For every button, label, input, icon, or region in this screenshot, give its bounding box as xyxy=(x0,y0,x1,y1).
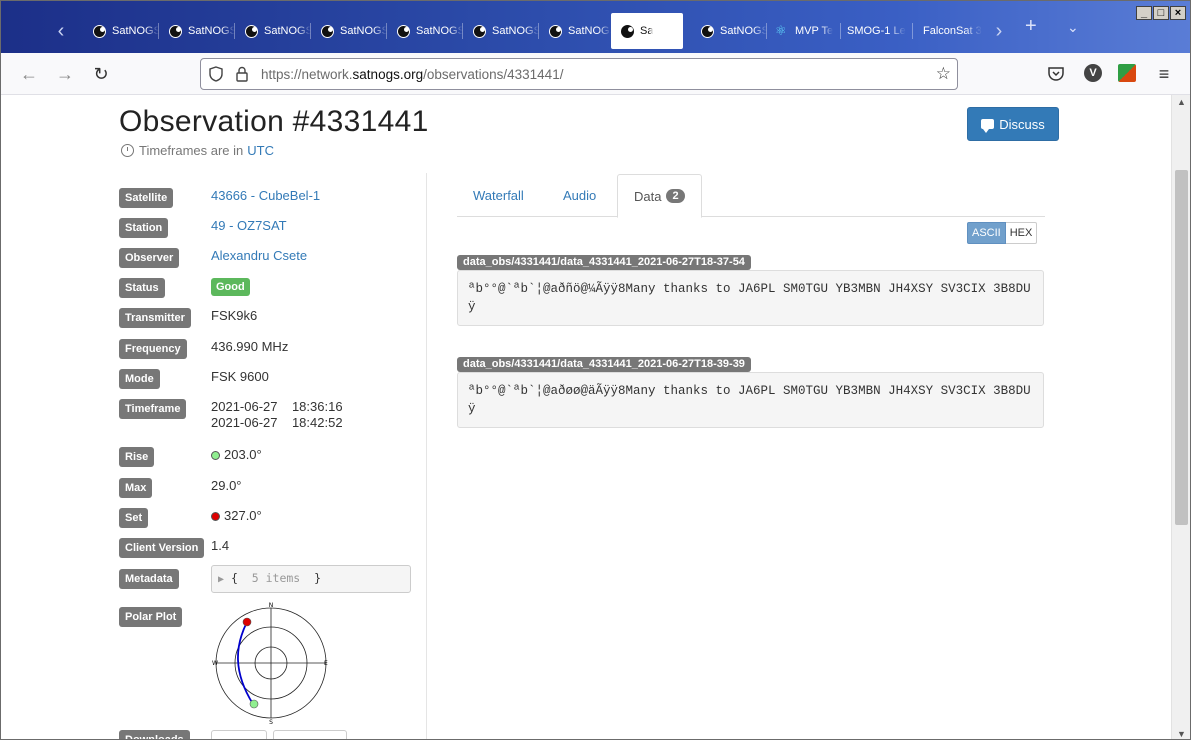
account-avatar[interactable]: V xyxy=(1084,64,1102,82)
browser-tab[interactable]: SatNOGS xyxy=(463,13,539,49)
detail-observer: Observer Alexandru Csete xyxy=(119,248,307,268)
pocket-icon[interactable] xyxy=(1046,64,1066,84)
detail-polar-plot: Polar Plot xyxy=(119,607,183,627)
page-title: Observation #4331441 xyxy=(119,105,429,138)
timezone-link[interactable]: UTC xyxy=(247,143,274,158)
detail-rise: Rise 203.0° xyxy=(119,447,262,467)
satnogs-favicon-icon xyxy=(701,24,714,38)
expand-triangle-icon[interactable]: ▶ xyxy=(218,574,224,585)
frame-content: ªb°°@`ªb`¦@aðñö@¼Ãÿÿ8Many thanks to JA6P… xyxy=(457,270,1044,326)
bookmark-star-icon[interactable]: ☆ xyxy=(936,64,951,84)
detail-metadata: Metadata ▶ { 5 items } xyxy=(119,565,411,593)
detail-status: Status Good xyxy=(119,278,250,298)
metadata-viewer[interactable]: ▶ { 5 items } xyxy=(211,565,411,593)
back-arrow-icon[interactable]: ← xyxy=(18,63,40,85)
browser-tab-active[interactable]: Sa xyxy=(611,13,683,49)
encoding-toggle: ASCII HEX xyxy=(967,222,1038,244)
satnogs-favicon-icon xyxy=(321,24,334,38)
station-link[interactable]: 49 - OZ7SAT xyxy=(211,218,287,233)
frame-filename: data_obs/4331441/data_4331441_2021-06-27… xyxy=(457,357,751,372)
vertical-scrollbar[interactable]: ▲ ▼ xyxy=(1171,95,1190,739)
maximize-icon[interactable]: □ xyxy=(1153,6,1169,20)
browser-tab[interactable]: SatNOGS xyxy=(691,13,767,49)
satellite-link[interactable]: 43666 - CubeBel-1 xyxy=(211,188,320,203)
browser-tab[interactable]: SatNOGS xyxy=(311,13,387,49)
tab-list-chevron-icon[interactable]: ⌄ xyxy=(1067,19,1079,36)
extension-icon[interactable] xyxy=(1118,64,1136,82)
download-button[interactable] xyxy=(211,730,267,739)
svg-text:N: N xyxy=(269,602,274,609)
navigation-bar: ← → ↻ https://network.satnogs.org/observ… xyxy=(1,53,1190,95)
lock-icon xyxy=(236,66,248,82)
rise-dot-icon xyxy=(211,451,220,460)
svg-text:E: E xyxy=(324,660,328,667)
browser-tab[interactable]: ⚛ MVP Te xyxy=(765,13,841,49)
data-count-badge: 2 xyxy=(666,189,685,203)
forward-arrow-icon[interactable]: → xyxy=(54,63,76,85)
timezone-note: Timeframes are in UTC xyxy=(121,143,274,158)
detail-client-version: Client Version 1.4 xyxy=(119,538,229,558)
satnogs-favicon-icon xyxy=(549,24,562,38)
discuss-button[interactable]: Discuss xyxy=(967,107,1059,141)
satnogs-favicon-icon xyxy=(621,24,634,38)
svg-text:W: W xyxy=(212,660,218,667)
frame-filename: data_obs/4331441/data_4331441_2021-06-27… xyxy=(457,255,751,270)
minimize-icon[interactable]: _ xyxy=(1136,6,1152,20)
tab-data[interactable]: Data 2 xyxy=(617,174,702,218)
page-content: Observation #4331441 Timeframes are in U… xyxy=(1,95,1173,739)
satnogs-favicon-icon xyxy=(93,24,106,38)
svg-text:S: S xyxy=(269,719,273,725)
ascii-button[interactable]: ASCII xyxy=(967,222,1006,244)
clock-icon xyxy=(121,144,134,157)
frame-content: ªb°°@`ªb`¦@aðøø@äÃÿÿ8Many thanks to JA6P… xyxy=(457,372,1044,428)
observer-link[interactable]: Alexandru Csete xyxy=(211,248,307,263)
scroll-down-icon[interactable]: ▼ xyxy=(1172,729,1190,739)
satnogs-favicon-icon xyxy=(169,24,182,38)
react-icon: ⚛ xyxy=(775,23,787,38)
browser-tab[interactable]: SatNOGS xyxy=(83,13,159,49)
satnogs-favicon-icon xyxy=(245,24,258,38)
scrollbar-thumb[interactable] xyxy=(1175,170,1188,525)
url-text[interactable]: https://network.satnogs.org/observations… xyxy=(261,67,563,82)
tab-scroll-left-icon[interactable]: ‹ xyxy=(49,19,73,43)
satnogs-favicon-icon xyxy=(473,24,486,38)
detail-max: Max 29.0° xyxy=(119,478,242,498)
browser-tab[interactable]: SatNOGS xyxy=(159,13,235,49)
detail-satellite: Satellite 43666 - CubeBel-1 xyxy=(119,188,320,208)
tab-audio[interactable]: Audio xyxy=(547,174,612,217)
satnogs-favicon-icon xyxy=(397,24,410,38)
detail-station: Station 49 - OZ7SAT xyxy=(119,218,287,238)
detail-mode: Mode FSK 9600 xyxy=(119,369,269,389)
tab-strip: ‹ SatNOGS SatNOGS SatNOGS SatNOGS SatNOG… xyxy=(1,1,1190,53)
comment-icon xyxy=(981,119,995,133)
polar-plot: N E S W xyxy=(212,602,328,725)
tab-scroll-right-icon[interactable]: › xyxy=(987,19,1011,43)
browser-tab[interactable]: SMOG-1 Le xyxy=(837,13,913,49)
browser-tab[interactable]: SatNOGS xyxy=(387,13,463,49)
column-divider xyxy=(426,173,427,739)
url-bar[interactable]: https://network.satnogs.org/observations… xyxy=(200,58,958,90)
reload-icon[interactable]: ↻ xyxy=(90,63,112,85)
browser-tab[interactable]: SatNOGS xyxy=(539,13,611,49)
detail-transmitter: Transmitter FSK9k6 xyxy=(119,308,257,328)
download-button[interactable] xyxy=(273,730,347,739)
detail-downloads: Downloads xyxy=(119,730,347,739)
detail-set: Set 327.0° xyxy=(119,508,262,528)
shield-icon xyxy=(209,66,223,82)
menu-hamburger-icon[interactable]: ≡ xyxy=(1154,64,1174,84)
close-icon[interactable]: × xyxy=(1170,6,1186,20)
data-tabs: Waterfall Audio Data 2 xyxy=(457,174,1045,218)
browser-tab[interactable]: FalconSat 3 xyxy=(913,13,983,49)
set-dot-icon xyxy=(211,512,220,521)
hex-button[interactable]: HEX xyxy=(1005,222,1038,244)
browser-tab[interactable]: SatNOGS xyxy=(235,13,311,49)
detail-timeframe: Timeframe 2021-06-27 18:36:16 2021-06-27… xyxy=(119,399,343,430)
scroll-up-icon[interactable]: ▲ xyxy=(1172,97,1190,107)
tab-waterfall[interactable]: Waterfall xyxy=(457,174,540,217)
browser-window: ‹ SatNOGS SatNOGS SatNOGS SatNOGS SatNOG… xyxy=(0,0,1191,740)
new-tab-icon[interactable]: + xyxy=(1025,15,1037,38)
status-badge: Good xyxy=(211,278,250,296)
detail-frequency: Frequency 436.990 MHz xyxy=(119,339,288,359)
